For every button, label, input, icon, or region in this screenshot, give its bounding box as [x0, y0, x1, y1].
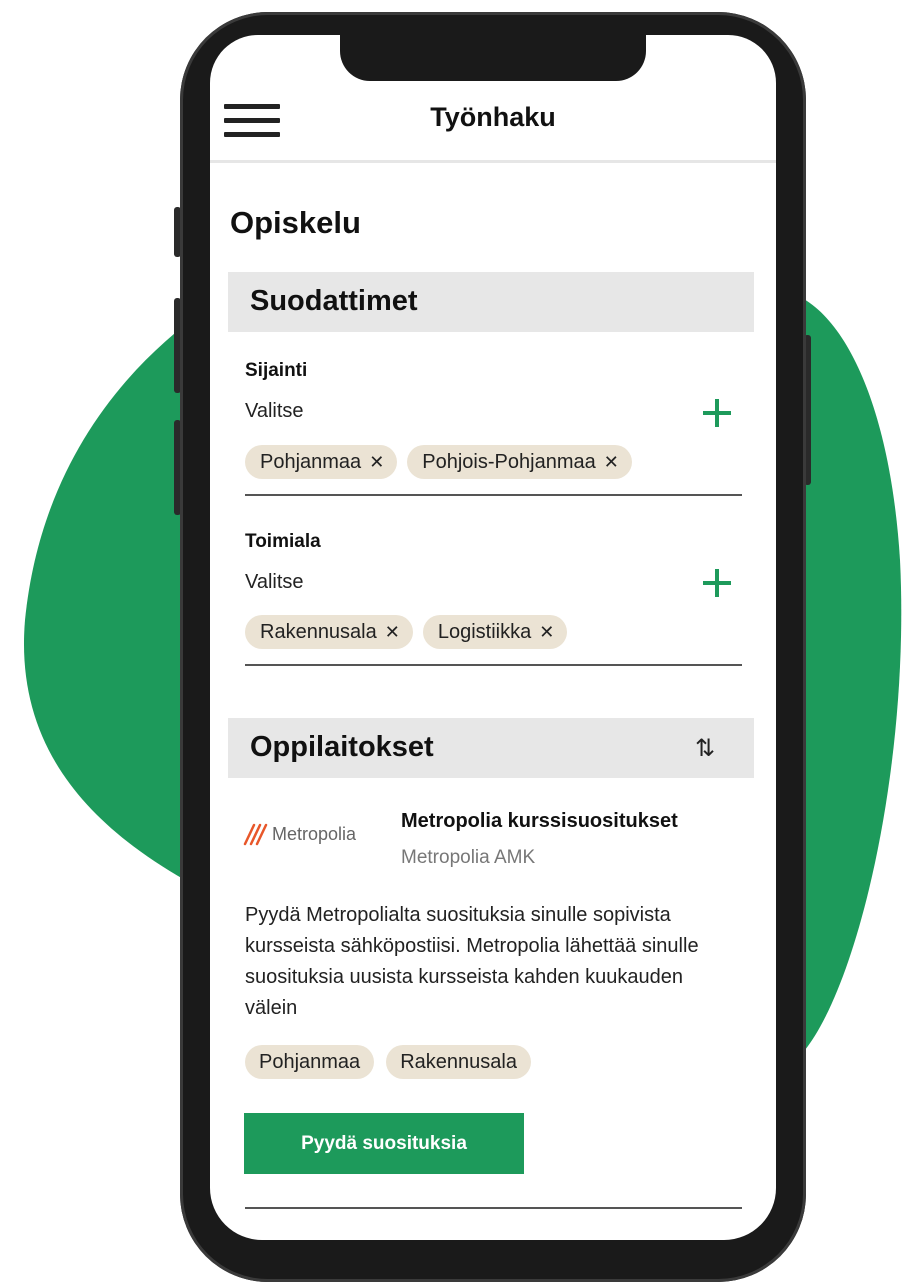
- chip-label: Pohjois-Pohjanmaa: [422, 450, 596, 473]
- remove-chip-icon[interactable]: ✕: [369, 452, 384, 473]
- institutions-heading: Oppilaitokset: [250, 731, 434, 763]
- divider: [245, 1207, 742, 1209]
- chip-label: Pohjanmaa: [260, 450, 362, 473]
- app-title: Työnhaku: [430, 102, 556, 132]
- remove-chip-icon[interactable]: ✕: [385, 622, 400, 643]
- filter-chip: Rakennusala ✕: [245, 615, 413, 649]
- institutions-section-header: Oppilaitokset: [228, 718, 754, 778]
- card-description: Pyydä Metropolialta suosituksia sinulle …: [245, 904, 699, 1019]
- industry-select[interactable]: Valitse: [245, 571, 304, 594]
- filter-chip: Logistiikka ✕: [422, 615, 568, 649]
- filter-chip: Pohjanmaa ✕: [245, 445, 398, 479]
- chip-label: Logistiikka: [437, 620, 532, 643]
- industry-filter-label: Toimiala: [245, 531, 321, 552]
- card-title: Metropolia kurssisuositukset: [401, 810, 678, 832]
- filters-heading: Suodattimet: [250, 285, 418, 317]
- card-subtitle: Metropolia AMK: [401, 847, 536, 868]
- phone-notch: [340, 28, 646, 81]
- logo-wordmark: Metropolia: [272, 823, 357, 844]
- metropolia-logo: Metropolia: [242, 822, 356, 846]
- location-select[interactable]: Valitse: [245, 400, 304, 423]
- add-location-plus-icon[interactable]: [700, 396, 734, 430]
- metropolia-logo-mark: [243, 823, 268, 846]
- card-tag: Pohjanmaa: [245, 1045, 375, 1079]
- chip-label: Rakennusala: [260, 620, 377, 643]
- divider: [245, 664, 742, 666]
- card-tags: Pohjanmaa Rakennusala: [245, 1045, 531, 1079]
- phone-screen: Työnhaku Opiskelu Suodattimet Sijainti V…: [210, 35, 776, 1240]
- request-recommendations-button[interactable]: Pyydä suosituksia: [244, 1113, 524, 1174]
- app-header: Työnhaku: [210, 90, 776, 163]
- sort-icon[interactable]: ⇅: [695, 734, 715, 763]
- industry-chips: Rakennusala ✕ Logistiikka ✕: [245, 615, 568, 649]
- location-chips: Pohjanmaa ✕ Pohjois-Pohjanmaa ✕: [245, 445, 632, 479]
- card-tag: Rakennusala: [386, 1045, 531, 1079]
- remove-chip-icon[interactable]: ✕: [539, 622, 554, 643]
- add-industry-plus-icon[interactable]: [700, 566, 734, 600]
- location-filter-label: Sijainti: [245, 360, 308, 381]
- filters-section-header: Suodattimet: [228, 272, 754, 332]
- filter-chip: Pohjois-Pohjanmaa ✕: [407, 445, 632, 479]
- page-title: Opiskelu: [230, 205, 361, 240]
- remove-chip-icon[interactable]: ✕: [604, 452, 619, 473]
- divider: [245, 494, 742, 496]
